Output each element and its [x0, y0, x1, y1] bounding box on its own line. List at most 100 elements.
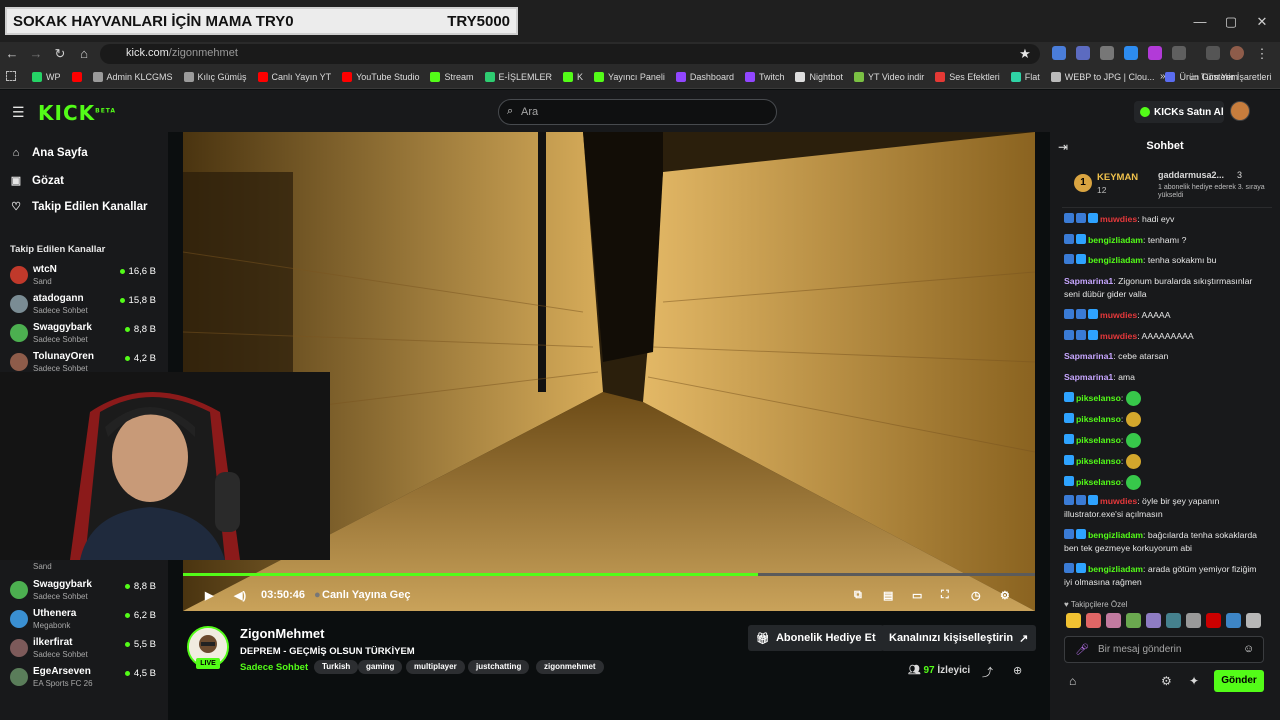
- chat-username[interactable]: pikselanso: [1076, 456, 1121, 466]
- chat-username[interactable]: pikselanso: [1076, 393, 1121, 403]
- volume-icon[interactable]: ◀): [234, 589, 246, 602]
- bookmark-star-icon[interactable]: ★: [1017, 46, 1033, 62]
- back-icon[interactable]: ←: [4, 46, 20, 62]
- hamburger-menu-icon[interactable]: ☰: [12, 104, 25, 121]
- settings-gear-icon[interactable]: ⚙: [1000, 589, 1010, 602]
- chat-username[interactable]: muwdies: [1100, 331, 1137, 341]
- fullscreen-icon[interactable]: ⛶: [941, 589, 949, 602]
- chat-username[interactable]: bengizliadam: [1088, 564, 1143, 574]
- rewards-icon[interactable]: ✦: [1189, 674, 1199, 688]
- reload-icon[interactable]: ↻: [52, 46, 68, 62]
- chat-username[interactable]: muwdies: [1100, 496, 1137, 506]
- bookmarks-more-icon[interactable]: »: [1160, 71, 1166, 82]
- followed-channel[interactable]: Swaggybark Sadece Sohbet 8,8 B: [10, 579, 160, 607]
- chat-settings-icon[interactable]: ⚙: [1161, 674, 1172, 688]
- emoji-icon[interactable]: ☺: [1243, 643, 1254, 655]
- play-icon[interactable]: ▶: [205, 589, 213, 602]
- close-window-button[interactable]: ✕: [1254, 14, 1270, 30]
- playback-speed-icon[interactable]: ◷: [971, 589, 981, 602]
- followed-channel[interactable]: wtcN Sand 16,6 B: [10, 264, 160, 292]
- bookmark-item[interactable]: WEBP to JPG | Clou...: [1050, 72, 1154, 82]
- sidebar-item-browse[interactable]: ▣ Gözat: [10, 174, 64, 188]
- extension-download-icon[interactable]: [1124, 46, 1138, 60]
- send-button[interactable]: Gönder: [1214, 670, 1264, 692]
- bookmark-item[interactable]: WP: [32, 72, 61, 82]
- stream-tag[interactable]: zigonmehmet: [536, 660, 604, 674]
- user-avatar[interactable]: [1230, 101, 1250, 121]
- theater-mode-icon[interactable]: ▭: [912, 589, 922, 602]
- pip-icon[interactable]: ⧉: [854, 589, 862, 602]
- all-bookmarks-link[interactable]: ▭ Tüm Yer İşaretleri: [1190, 72, 1271, 83]
- emote-6[interactable]: [1166, 613, 1181, 628]
- bookmark-item[interactable]: Yayıncı Paneli: [594, 72, 665, 82]
- customize-channel-button[interactable]: Kanalınızı kişiselleştirin ↗: [881, 625, 1037, 651]
- follow-user-icon[interactable]: ⊕: [1013, 664, 1022, 677]
- chat-username[interactable]: muwdies: [1100, 310, 1137, 320]
- chat-message-input[interactable]: Bir mesaj gönderin: [1064, 636, 1264, 663]
- share-icon[interactable]: ⤴: [982, 664, 993, 680]
- emote-3[interactable]: [1106, 613, 1121, 628]
- bookmark-item[interactable]: K: [563, 72, 583, 82]
- browser-menu-icon[interactable]: ⋮: [1254, 46, 1270, 62]
- stream-tag[interactable]: gaming: [358, 660, 403, 674]
- stream-tag[interactable]: multiplayer: [406, 660, 465, 674]
- go-live-button[interactable]: Canlı Yayına Geç: [322, 589, 410, 601]
- chat-username[interactable]: bengizliadam: [1088, 255, 1143, 265]
- chat-username[interactable]: pikselanso: [1076, 477, 1121, 487]
- followed-channel[interactable]: Swaggybark Sadece Sohbet 8,8 B: [10, 322, 160, 350]
- emote-2[interactable]: [1086, 613, 1101, 628]
- stream-tag[interactable]: justchatting: [468, 660, 530, 674]
- chat-username[interactable]: Sapmarina1: [1064, 351, 1113, 361]
- clip-icon[interactable]: ▤: [883, 589, 893, 602]
- maximize-button[interactable]: ▢: [1223, 14, 1239, 30]
- followed-channel[interactable]: Uthenera Megabonk 6,2 B: [10, 608, 160, 636]
- search-input[interactable]: Ara: [498, 99, 777, 125]
- kicks-buy-button[interactable]: KICKs Satın Al: [1134, 101, 1224, 123]
- extension-camera-icon[interactable]: [1100, 46, 1114, 60]
- extension-calendar-icon[interactable]: [1076, 46, 1090, 60]
- followed-channel[interactable]: ilkerfirat Sadece Sohbet 5,5 B: [10, 637, 160, 665]
- kick-logo[interactable]: KICKBETA: [38, 101, 116, 125]
- emote-1[interactable]: [1066, 613, 1081, 628]
- stream-category[interactable]: Sadece Sohbet: [240, 662, 308, 673]
- video-progress-bar[interactable]: [183, 573, 1035, 576]
- bookmark-item[interactable]: Canlı Yayın YT: [257, 72, 331, 82]
- apps-grid-icon[interactable]: [6, 71, 16, 81]
- emote-8[interactable]: [1206, 613, 1221, 628]
- top-gifter-name[interactable]: KEYMAN: [1097, 172, 1138, 183]
- emote-4[interactable]: [1126, 613, 1141, 628]
- bookmark-item[interactable]: Flat: [1010, 72, 1040, 82]
- emote-10[interactable]: [1246, 613, 1261, 628]
- emote-9[interactable]: [1226, 613, 1241, 628]
- bookmark-item[interactable]: Kılıç Gümüş: [183, 72, 247, 82]
- chat-username[interactable]: muwdies: [1100, 214, 1137, 224]
- chat-username[interactable]: pikselanso: [1076, 414, 1121, 424]
- sidebar-item-home[interactable]: ⌂ Ana Sayfa: [10, 147, 88, 159]
- extensions-puzzle-icon[interactable]: [1172, 46, 1186, 60]
- emote-5[interactable]: [1146, 613, 1161, 628]
- chat-username[interactable]: Sapmarina1: [1064, 276, 1113, 286]
- bookmark-item[interactable]: Admin KLCGMS: [92, 72, 173, 82]
- bookmark-item[interactable]: Dashboard: [675, 72, 734, 82]
- followed-channel[interactable]: atadogann Sadece Sohbet 15,8 B: [10, 293, 160, 321]
- chat-username[interactable]: Sapmarina1: [1064, 372, 1113, 382]
- followed-channel[interactable]: TolunayOren Sadece Sohbet 4,2 B: [10, 351, 160, 379]
- bookmark-item[interactable]: Ses Efektleri: [935, 72, 1000, 82]
- gift-subscription-button[interactable]: 🎁︎ Abonelik Hediye Et: [748, 625, 884, 651]
- forward-icon[interactable]: →: [28, 46, 44, 62]
- sidebar-item-following[interactable]: ♡ Takip Edilen Kanallar: [10, 200, 147, 214]
- media-control-icon[interactable]: [1206, 46, 1220, 60]
- bookmark-item[interactable]: Nightbot: [795, 72, 843, 82]
- microphone-icon[interactable]: 🎤︎: [1075, 643, 1089, 656]
- emote-7[interactable]: [1186, 613, 1201, 628]
- chat-username[interactable]: bengizliadam: [1088, 235, 1143, 245]
- home-icon[interactable]: ⌂: [76, 46, 92, 62]
- extension-translate-icon[interactable]: [1052, 46, 1066, 60]
- bookmark-item[interactable]: [71, 72, 82, 82]
- followed-channel[interactable]: EgeArseven EA Sports FC 26 4,5 B: [10, 666, 160, 694]
- store-icon[interactable]: ⌂: [1069, 674, 1076, 688]
- chat-username[interactable]: pikselanso: [1076, 435, 1121, 445]
- bookmark-item[interactable]: Twitch: [744, 72, 784, 82]
- extension-color-icon[interactable]: [1148, 46, 1162, 60]
- bookmark-item[interactable]: Stream: [430, 72, 474, 82]
